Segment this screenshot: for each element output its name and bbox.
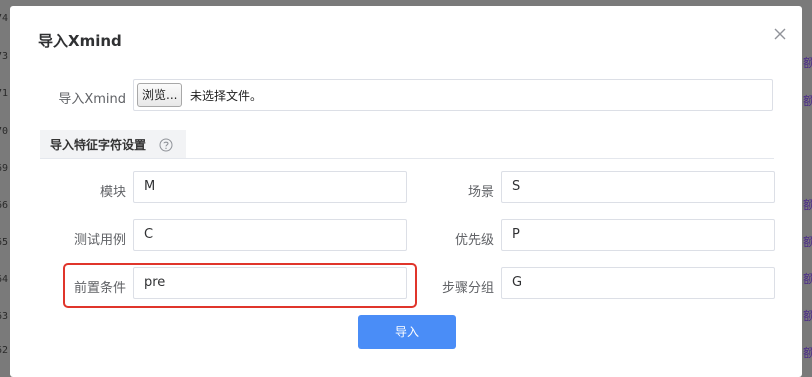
file-label: 导入Xmind — [58, 92, 126, 107]
close-icon[interactable] — [772, 26, 788, 42]
background-text: 额 — [803, 309, 812, 323]
background-text: 额 — [803, 56, 812, 70]
dialog-title: 导入Xmind — [38, 32, 122, 50]
import-button[interactable]: 导入 — [358, 315, 456, 349]
background-text: 69 — [0, 163, 9, 174]
testcase-label: 测试用例 — [73, 233, 126, 248]
background-text: 71 — [0, 88, 9, 99]
browse-button[interactable]: 浏览... — [137, 83, 183, 107]
module-label: 模块 — [99, 185, 126, 200]
section-title: 导入特征字符设置 — [50, 138, 147, 152]
scene-label: 场景 — [467, 185, 494, 200]
testcase-input[interactable]: C — [133, 219, 407, 251]
background-text: 63 — [0, 311, 9, 322]
question-circle-icon[interactable] — [159, 137, 173, 152]
background-text: 74 — [0, 13, 9, 24]
scene-input[interactable]: S — [501, 171, 775, 203]
feature-settings-tab[interactable]: 导入特征字符设置 — [40, 130, 186, 158]
module-input[interactable]: M — [133, 171, 407, 203]
priority-input[interactable]: P — [501, 219, 775, 251]
step-group-input[interactable]: G — [501, 267, 775, 299]
background-text: 73 — [0, 51, 9, 62]
background-text: 额 — [803, 346, 812, 360]
background-text: 70 — [0, 126, 9, 137]
background-text: 64 — [0, 274, 9, 285]
no-file-text: 未选择文件。 — [190, 89, 263, 103]
precondition-label: 前置条件 — [73, 281, 126, 296]
file-input[interactable]: 浏览... 未选择文件。 — [133, 79, 773, 111]
section-divider — [40, 158, 774, 159]
background-text: 65 — [0, 237, 9, 248]
background-text: 额 — [803, 198, 812, 212]
step-group-label: 步骤分组 — [441, 281, 494, 296]
precondition-input[interactable]: pre — [133, 267, 407, 299]
priority-label: 优先级 — [454, 233, 494, 248]
background-text: 66 — [0, 200, 9, 211]
background-text: 62 — [0, 345, 9, 356]
import-xmind-dialog: 导入Xmind 导入Xmind 浏览... 未选择文件。 导入特征字符设置 模块… — [10, 6, 802, 377]
background-text: 额 — [803, 94, 812, 108]
background-text: 额 — [803, 235, 812, 249]
background-text: 额 — [803, 272, 812, 286]
